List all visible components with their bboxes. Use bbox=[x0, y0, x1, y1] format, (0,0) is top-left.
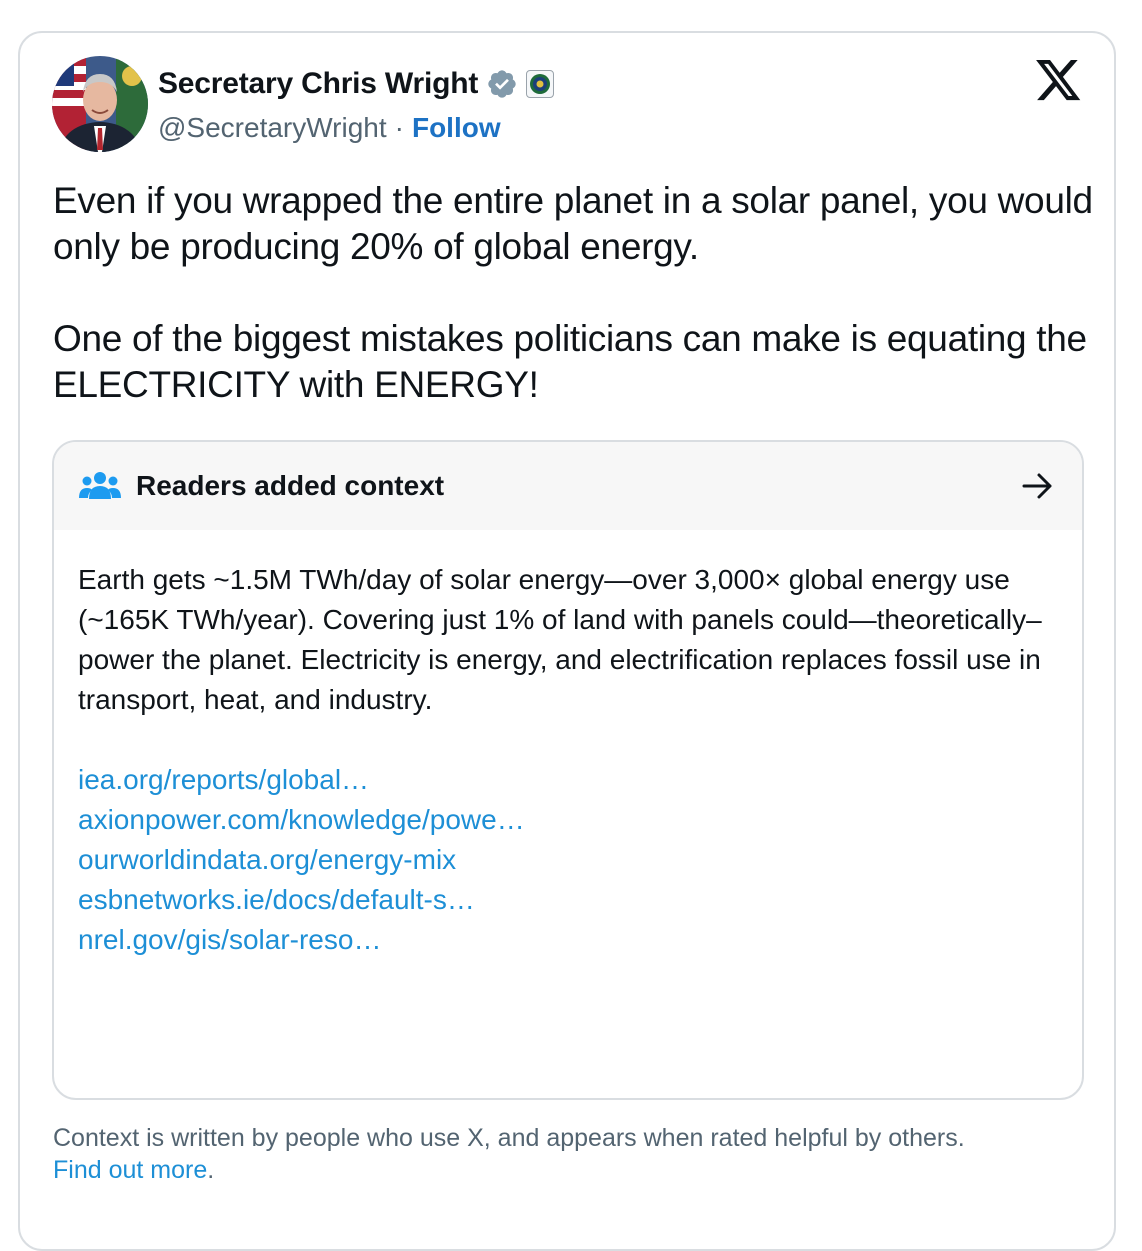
tweet-paragraph: One of the biggest mistakes politicians … bbox=[53, 318, 1087, 405]
arrow-right-icon[interactable] bbox=[1022, 472, 1054, 500]
follow-button[interactable]: Follow bbox=[412, 112, 501, 144]
community-note: Readers added context Earth gets ~1.5M T… bbox=[52, 440, 1084, 1100]
verified-badge-icon[interactable] bbox=[486, 68, 518, 100]
source-link[interactable]: nrel.gov/gis/solar-reso… bbox=[78, 920, 1058, 960]
avatar[interactable] bbox=[52, 56, 148, 152]
author-display-name[interactable]: Secretary Chris Wright bbox=[158, 67, 478, 101]
separator-dot: · bbox=[394, 112, 404, 143]
community-note-title: Readers added context bbox=[136, 470, 445, 501]
source-link[interactable]: ourworldindata.org/energy-mix bbox=[78, 840, 1058, 880]
community-note-body: Earth gets ~1.5M TWh/day of solar energy… bbox=[54, 530, 1082, 960]
tweet-paragraph: Even if you wrapped the entire planet in… bbox=[53, 180, 1093, 267]
department-seal-icon[interactable] bbox=[526, 70, 555, 98]
footer-period: . bbox=[207, 1156, 215, 1184]
source-link[interactable]: axionpower.com/knowledge/powe… bbox=[78, 800, 1058, 840]
source-link[interactable]: esbnetworks.ie/docs/default-s… bbox=[78, 880, 1058, 920]
context-disclaimer: Context is written by people who use X, … bbox=[53, 1122, 1093, 1186]
find-out-more-link[interactable]: Find out more bbox=[53, 1156, 207, 1184]
tweet-text: Even if you wrapped the entire planet in… bbox=[53, 178, 1093, 408]
community-note-links: iea.org/reports/global… axionpower.com/k… bbox=[78, 760, 1058, 960]
x-logo-icon[interactable] bbox=[1036, 60, 1082, 102]
source-link[interactable]: iea.org/reports/global… bbox=[78, 760, 1058, 800]
people-icon bbox=[78, 469, 122, 503]
context-disclaimer-text: Context is written by people who use X, … bbox=[53, 1124, 965, 1152]
author-name-row: Secretary Chris Wright bbox=[158, 64, 555, 104]
community-note-header[interactable]: Readers added context bbox=[54, 442, 1082, 530]
author-handle-row: @SecretaryWright · Follow bbox=[158, 110, 501, 146]
author-handle[interactable]: @SecretaryWright bbox=[158, 112, 387, 144]
community-note-text: Earth gets ~1.5M TWh/day of solar energy… bbox=[78, 564, 1042, 715]
